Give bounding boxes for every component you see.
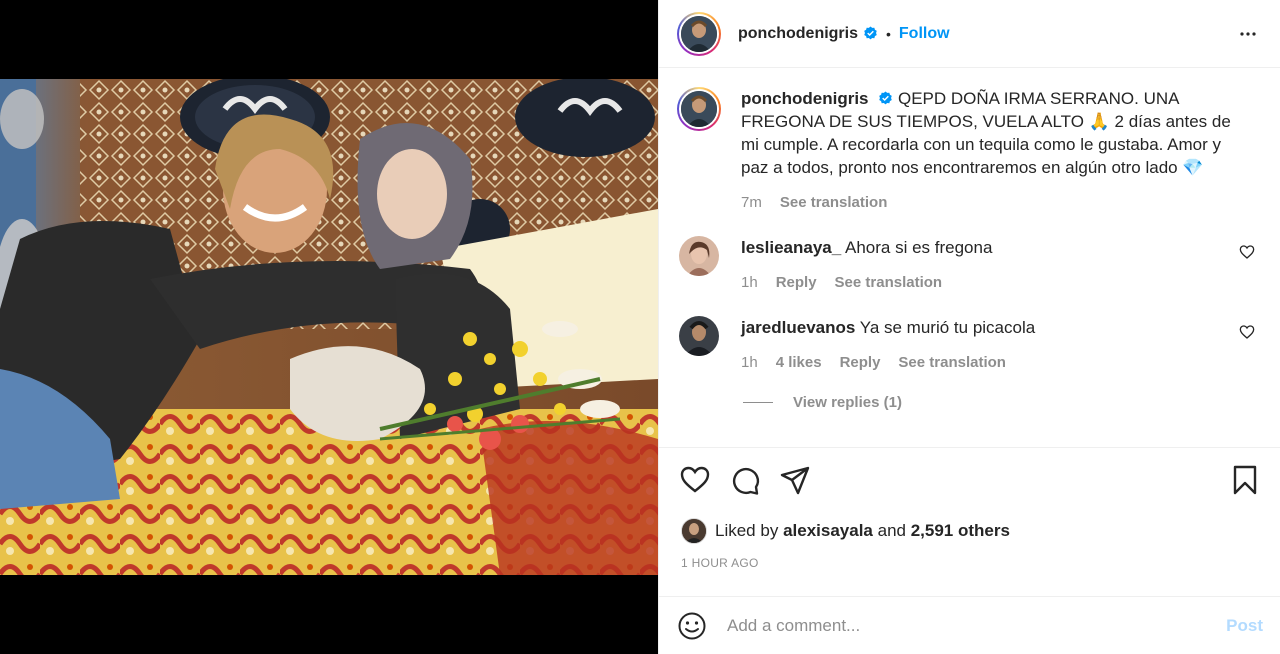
comment-body: leslieanaya_ Ahora si es fregona 1h Repl… [741,236,992,294]
comment-time: 1h [741,274,758,291]
comment-username[interactable]: jaredluevanos [741,318,855,337]
author-avatar[interactable] [677,11,721,56]
view-replies-label: View replies (1) [793,394,902,411]
comment-meta: 1h Reply See translation [741,271,992,294]
comment-like-heart-icon[interactable] [1239,244,1255,260]
author-username[interactable]: ponchodenigris [738,25,858,43]
comment-row: leslieanaya_ Ahora si es fregona 1h Repl… [677,236,1263,294]
commenter-avatar[interactable] [679,236,719,276]
post-comment-button[interactable]: Post [1226,616,1263,636]
comment-text: Ya se murió tu picacola [859,318,1036,337]
comments-list[interactable]: ponchodenigris QEPD DOÑA IRMA SERRANO. U… [659,69,1280,446]
comment-like-heart-icon[interactable] [1239,324,1255,340]
post-dialog: ponchodenigris • Follow ponchodenigris Q… [0,0,1280,654]
verified-badge-icon [864,26,877,40]
caption-time: 7m [741,194,762,211]
post-timestamp[interactable]: 1 HOUR AGO [681,556,759,570]
commenter-avatar[interactable] [679,316,719,356]
action-bar [659,447,1280,511]
reply-button[interactable]: Reply [840,351,881,374]
emoji-icon[interactable] [677,611,707,641]
caption-row: ponchodenigris QEPD DOÑA IRMA SERRANO. U… [677,87,1263,214]
add-comment-bar: Post [659,596,1280,654]
caption-see-translation[interactable]: See translation [780,191,888,214]
liked-by-user[interactable]: alexisayala [783,521,873,541]
view-replies-button[interactable]: View replies (1) [743,394,1263,411]
bookmark-icon[interactable] [1229,464,1261,496]
comment-row: jaredluevanos Ya se murió tu picacola 1h… [677,316,1263,374]
heart-icon[interactable] [679,464,711,496]
comment-meta: 1h 4 likes Reply See translation [741,351,1035,374]
more-options-icon[interactable] [1236,22,1260,46]
post-side-panel: ponchodenigris • Follow ponchodenigris Q… [658,0,1280,654]
comment-icon[interactable] [729,464,761,496]
caption-username[interactable]: ponchodenigris [741,89,869,108]
comment-text: Ahora si es fregona [845,238,993,257]
verified-badge-icon [879,91,893,105]
comment-likes-count[interactable]: 4 likes [776,351,822,374]
comment-time: 1h [741,354,758,371]
comment-username[interactable]: leslieanaya_ [741,238,841,257]
replies-divider-line [743,402,773,403]
follow-button[interactable]: Follow [899,25,950,43]
comment-input[interactable] [727,615,1207,636]
comment-body: jaredluevanos Ya se murió tu picacola 1h… [741,316,1035,374]
share-icon[interactable] [779,464,811,496]
see-translation-button[interactable]: See translation [835,271,943,294]
caption-meta: 7m See translation [741,191,1251,214]
liked-by-prefix: Liked by [715,521,779,540]
liked-by-conj: and [877,521,906,540]
reply-button[interactable]: Reply [776,271,817,294]
caption-avatar[interactable] [677,87,721,131]
post-photo[interactable] [0,79,658,575]
caption-body: ponchodenigris QEPD DOÑA IRMA SERRANO. U… [741,87,1251,214]
liked-by-others[interactable]: 2,591 others [911,521,1010,541]
post-header: ponchodenigris • Follow [659,0,1280,68]
separator-dot: • [886,25,891,42]
post-media [0,0,658,654]
see-translation-button[interactable]: See translation [898,351,1006,374]
liked-by-avatar[interactable] [681,518,707,544]
liked-by: Liked by alexisayala and 2,591 others [681,518,1010,544]
